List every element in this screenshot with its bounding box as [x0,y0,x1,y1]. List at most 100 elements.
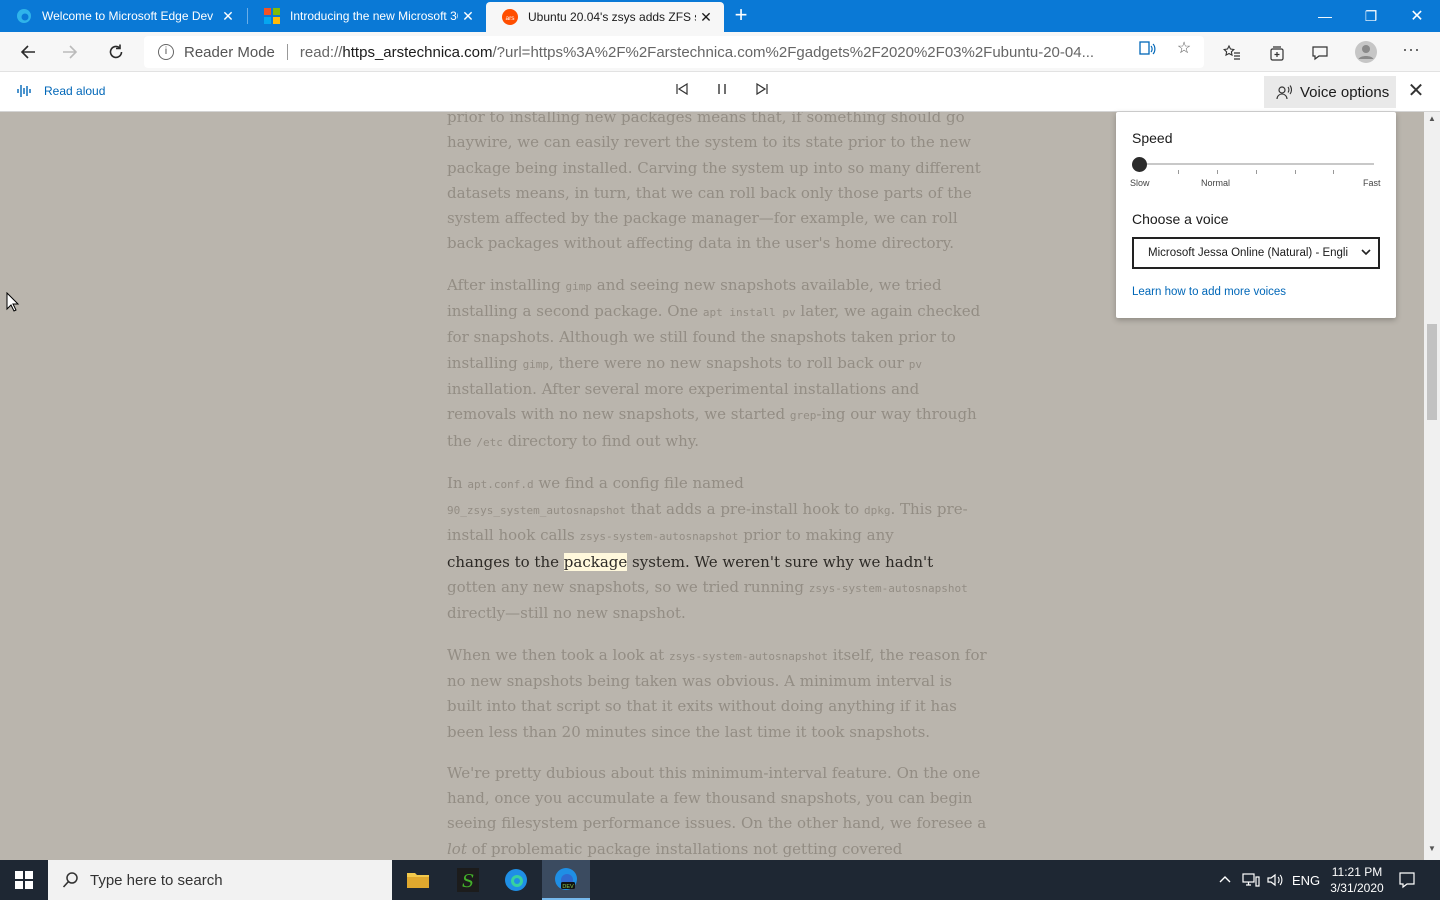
refresh-button[interactable] [100,36,132,68]
tab-strip: Welcome to Microsoft Edge Dev ✕ Introduc… [0,0,1440,32]
pause-button[interactable] [710,80,734,104]
paragraph-text: prior to installing new packages means t… [447,112,981,253]
inline-code: dpkg [863,504,891,518]
text: system. We weren't sure why we hadn't [627,552,934,571]
info-icon[interactable]: i [158,44,174,60]
article-body: prior to installing new packages means t… [447,112,987,860]
tab-title: Ubuntu 20.04's zsys adds ZFS snapshots t… [528,10,696,24]
text: that adds a pre-install hook to [625,500,864,519]
tab-welcome[interactable]: Welcome to Microsoft Edge Dev ✕ [0,0,246,32]
volume-icon[interactable] [1266,860,1284,900]
read-aloud-toolbar: Read aloud Voice options ✕ [0,72,1440,112]
address-toolbar: i Reader Mode read://https_arstechnica.c… [0,32,1440,72]
vertical-scrollbar[interactable]: ▲ ▼ [1424,112,1440,860]
read-aloud-label: Read aloud [44,84,106,98]
profile-avatar-icon[interactable] [1354,40,1378,64]
tab-microsoft-365[interactable]: Introducing the new Microsoft 365 ✕ [248,0,486,32]
edge-button[interactable] [492,860,540,900]
text: we find a config file named [533,473,744,492]
close-read-aloud-button[interactable]: ✕ [1404,80,1428,104]
new-tab-button[interactable]: + [730,4,752,28]
notification-icon [1399,872,1415,889]
speed-normal-label: Normal [1201,178,1231,188]
paragraph: After installing gimp and seeing new sna… [447,273,987,455]
voice-icon [1276,85,1292,100]
feedback-icon[interactable] [1311,44,1329,62]
speed-slider-thumb[interactable] [1132,157,1147,172]
slider-tick [1256,170,1257,174]
show-hidden-icons-button[interactable] [1218,860,1232,900]
skip-forward-icon [756,82,768,96]
restore-button[interactable]: ❐ [1348,0,1394,32]
scroll-up-arrow-icon[interactable]: ▲ [1424,114,1440,128]
sound-wave-icon [17,85,31,97]
paragraph: In apt.conf.d we find a config file name… [447,471,987,627]
svg-text:DEV: DEV [562,884,574,890]
forward-button[interactable] [54,36,86,68]
edge-dev-icon [17,9,31,23]
svg-text:ars: ars [505,15,515,22]
voice-options-button[interactable]: Voice options [1264,76,1396,108]
inline-code: zsys-system-autosnapshot [668,649,828,663]
windows-taskbar: Type here to search S DEV ENG 11:21 PM 3… [0,860,1440,900]
inline-code: gimp [565,279,593,293]
inline-code: gimp [522,357,550,371]
divider [286,44,288,60]
voice-select[interactable]: Microsoft Jessa Online (Natural) - Engli… [1132,237,1380,269]
current-word-highlight: package [563,552,628,571]
slider-tick [1333,170,1334,174]
close-icon[interactable]: ✕ [218,8,238,25]
selected-voice: Microsoft Jessa Online (Natural) - Engli… [1148,247,1348,259]
text: , there were no new snapshots to roll ba… [549,353,909,372]
inline-code: zsys-system-autosnapshot [579,530,739,544]
speed-fast-label: Fast [1363,178,1381,188]
action-center-button[interactable] [1398,860,1416,900]
close-icon[interactable]: ✕ [696,9,716,26]
collections-icon[interactable] [1268,44,1286,62]
more-menu-icon[interactable]: ··· [1402,40,1420,58]
search-placeholder: Type here to search [90,871,223,889]
favorite-star-icon[interactable]: ☆ [1175,40,1193,58]
text: gotten any new snapshots, so we tried ru… [447,578,809,597]
url-prefix: read:// [299,43,343,61]
edge-dev-icon: DEV [555,868,577,890]
minimize-button[interactable]: — [1302,0,1348,32]
scroll-down-arrow-icon[interactable]: ▼ [1424,844,1440,858]
voice-options-panel: Speed Slow Normal Fast Choose a voice Mi… [1116,112,1396,318]
tab-ubuntu-article[interactable]: ars Ubuntu 20.04's zsys adds ZFS snapsho… [486,2,724,32]
back-button[interactable] [12,36,44,68]
next-paragraph-button[interactable] [750,80,774,104]
tab-title: Introducing the new Microsoft 365 [290,9,458,23]
app-s-icon: S [457,868,479,892]
address-bar[interactable]: i Reader Mode read://https_arstechnica.c… [144,36,1204,68]
chevron-up-icon [1219,876,1231,883]
voice-options-label: Voice options [1300,83,1390,101]
taskbar-search-box[interactable]: Type here to search [48,860,392,900]
url-text[interactable]: read://https_arstechnica.com/?url=https%… [300,44,1124,61]
search-icon [62,872,78,888]
file-explorer-button[interactable] [394,860,442,900]
previous-paragraph-button[interactable] [670,80,694,104]
close-window-button[interactable]: ✕ [1394,0,1440,32]
text: We're pretty dubious about this minimum-… [447,763,987,833]
close-icon[interactable]: ✕ [458,8,478,25]
start-button[interactable] [0,860,48,900]
pause-icon [718,84,726,94]
input-language-indicator[interactable]: ENG [1292,860,1320,900]
learn-more-voices-link[interactable]: Learn how to add more voices [1132,286,1286,298]
speed-heading: Speed [1132,130,1173,146]
favorites-list-icon[interactable] [1223,44,1241,62]
inline-code: /etc [476,435,503,449]
scrollbar-thumb[interactable] [1427,324,1437,420]
sway-app-button[interactable]: S [444,860,492,900]
speed-slider[interactable] [1140,163,1374,165]
ars-technica-icon: ars [502,9,518,25]
network-icon[interactable] [1242,860,1260,900]
inline-code: apt install pv [702,306,796,320]
system-clock[interactable]: 11:21 PM 3/31/2020 [1318,864,1396,896]
read-aloud-page-icon[interactable] [1138,40,1156,58]
current-sentence: changes to the package system. We weren'… [447,552,934,571]
inline-code: zsys-system-autosnapshot [808,582,968,596]
forward-arrow-icon [63,45,78,59]
edge-dev-button[interactable]: DEV [542,860,590,900]
